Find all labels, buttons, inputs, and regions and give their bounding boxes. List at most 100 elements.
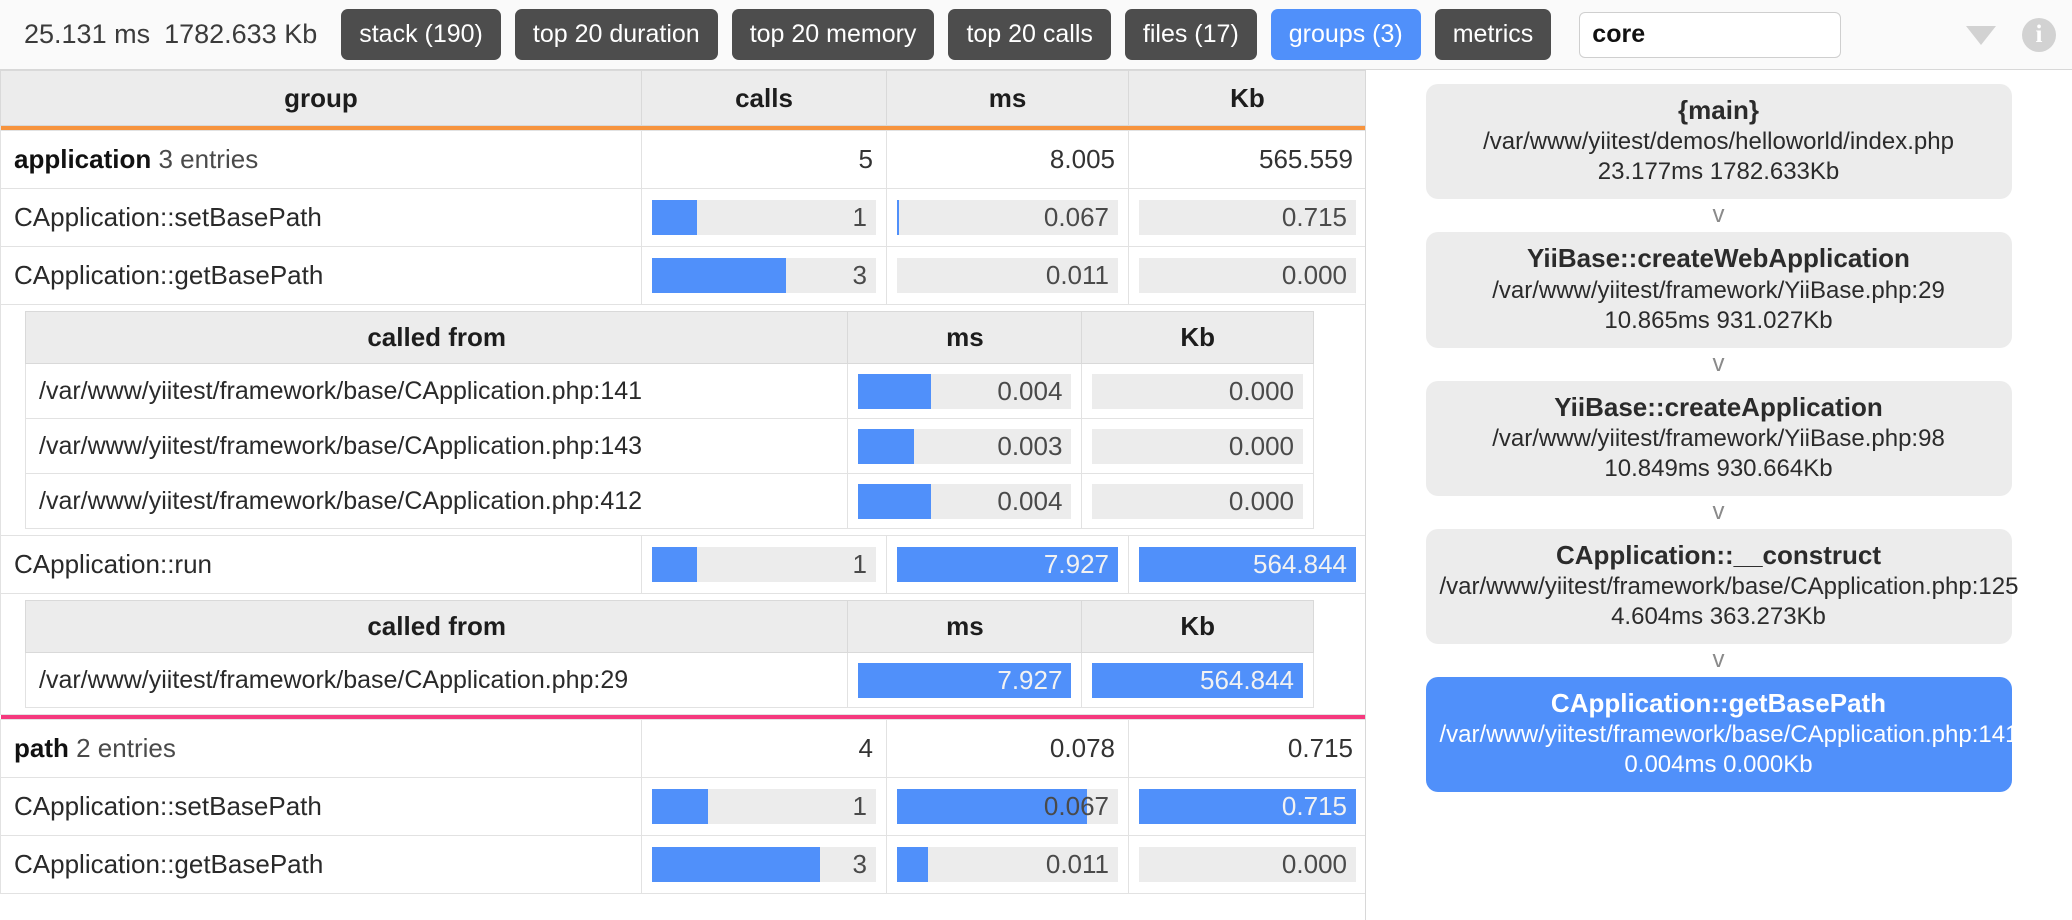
calls-value: 1 [852, 202, 867, 232]
nested-column-header-kb[interactable]: Kb [1081, 311, 1314, 364]
column-header-kb[interactable]: Kb [1128, 70, 1365, 126]
call-stack-node[interactable]: {main} /var/www/yiitest/demos/helloworld/… [1425, 84, 2012, 200]
called-from-wrapper: called from ms Kb/var/www/yiitest/framewor… [11, 305, 1356, 535]
column-header-group[interactable]: group [0, 70, 642, 126]
call-stack-node-file: /var/www/yiitest/demos/helloworld/index.… [1483, 128, 1954, 156]
groups-table-head: group calls ms Kb [0, 70, 1365, 126]
call-stack-node-title: CApplication::__construct [1555, 539, 1882, 570]
group-calls-cell: 5 [641, 130, 887, 189]
group-summary-row[interactable]: path 2 entries 4 0.078 0.715 [0, 719, 1365, 778]
called-from-table-body: /var/www/yiitest/framework/base/CApplica… [24, 652, 1314, 708]
toolbar-button-group: stack (190) top 20 duration top 20 memory t… [341, 9, 1552, 60]
calls-bar-fill [652, 847, 820, 882]
group-name: application [14, 144, 152, 174]
called-from-row[interactable]: /var/www/yiitest/framework/base/CApplica… [24, 652, 1314, 708]
groups-panel: group calls ms Kb application 3 entries 5… [0, 70, 1366, 920]
nested-kb-cell: 0.000 [1081, 363, 1314, 419]
called-from-row[interactable]: /var/www/yiitest/framework/base/CApplica… [24, 363, 1314, 419]
ms-cell: 0.011 [886, 246, 1129, 305]
nested-kb-bar: 0.000 [1092, 428, 1303, 464]
kb-cell: 0.715 [1128, 188, 1365, 247]
nested-ms-cell: 7.927 [847, 652, 1083, 708]
info-circle-icon[interactable]: i [2022, 18, 2056, 52]
ms-bar: 0.067 [897, 200, 1118, 235]
nested-column-header-kb[interactable]: Kb [1081, 600, 1314, 653]
ms-value: 0.067 [1043, 202, 1109, 232]
table-row[interactable]: CApplication::getBasePath 3 0.011 0.000 [0, 835, 1365, 894]
toolbar-button-top[interactable]: top 20 duration [514, 9, 718, 60]
nested-kb-bar: 564.844 [1092, 662, 1303, 698]
toolbar-button-top[interactable]: top 20 memory [731, 9, 935, 60]
kb-value: 0.000 [1281, 849, 1347, 879]
function-name-cell: CApplication::setBasePath [0, 188, 642, 247]
nested-kb-value: 0.000 [1228, 375, 1294, 406]
ms-value: 0.011 [1045, 849, 1109, 879]
nested-ms-bar-fill [858, 483, 931, 519]
toolbar-button-groups[interactable]: groups (3) [1270, 9, 1421, 60]
call-stack-node[interactable]: CApplication::getBasePath/var/www/yiites… [1425, 677, 2018, 793]
called-from-row[interactable]: /var/www/yiitest/framework/base/CApplica… [24, 418, 1314, 474]
call-stack-node-title: YiiBase::createWebApplication [1527, 243, 1910, 274]
calls-cell: 3 [641, 835, 887, 894]
nested-kb-value: 0.000 [1228, 430, 1294, 461]
nested-column-header-calledfrom[interactable]: called from [24, 311, 849, 364]
calls-bar: 3 [652, 847, 876, 882]
group-ms-cell: 8.005 [886, 130, 1129, 189]
calls-cell: 1 [641, 535, 887, 594]
nested-column-header-ms[interactable]: ms [847, 311, 1083, 364]
call-stack-node-stats: 0.004ms 0.000Kb [1624, 751, 1813, 779]
nested-ms-cell: 0.004 [847, 363, 1083, 419]
ms-value: 7.927 [1043, 549, 1109, 579]
triangle-down-icon[interactable] [1966, 25, 1996, 45]
group-name-cell: path 2 entries [0, 719, 642, 778]
nested-kb-value: 564.844 [1200, 664, 1294, 695]
nested-kb-value: 0.000 [1228, 485, 1294, 516]
toolbar-button-files[interactable]: files (17) [1124, 9, 1257, 60]
nested-column-header-calledfrom[interactable]: called from [24, 600, 849, 653]
group-name: path [14, 733, 69, 763]
table-row[interactable]: CApplication::getBasePath 3 0.011 0.000 [0, 246, 1365, 305]
call-stack-node[interactable]: YiiBase::createApplication/var/www/yiite… [1425, 380, 2012, 496]
column-header-ms[interactable]: ms [886, 70, 1129, 126]
calls-bar-fill [652, 258, 787, 293]
call-stack-node-stats: 4.604ms 363.273Kb [1611, 603, 1826, 631]
kb-value: 0.715 [1281, 791, 1347, 821]
ms-value: 0.067 [1043, 791, 1109, 821]
group-kb-cell: 565.559 [1128, 130, 1365, 189]
group-summary-row[interactable]: application 3 entries 5 8.005 565.559 [0, 130, 1365, 189]
call-stack-node[interactable]: YiiBase::createWebApplication/var/www/yi… [1425, 232, 2012, 348]
calls-cell: 1 [641, 777, 887, 836]
kb-cell: 564.844 [1128, 535, 1365, 594]
call-stack-node-file: /var/www/yiitest/framework/YiiBase.php:9… [1492, 424, 1945, 452]
nested-column-header-ms[interactable]: ms [847, 600, 1083, 653]
call-stack-node-stats: 23.177ms 1782.633Kb [1597, 158, 1840, 186]
call-stack-node[interactable]: CApplication::__construct/var/www/yiites… [1425, 528, 2018, 645]
ms-bar: 0.067 [897, 789, 1118, 824]
toolbar-button-stack[interactable]: stack (190) [341, 9, 501, 60]
called-from-file-cell: /var/www/yiitest/framework/base/CApplica… [24, 418, 849, 474]
group-entries-count: 2 entries [68, 733, 176, 763]
function-name-cell: CApplication::getBasePath [0, 246, 642, 305]
toolbar-button-metrics[interactable]: metrics [1434, 9, 1552, 60]
toolbar-button-top[interactable]: top 20 calls [948, 9, 1111, 60]
ms-value: 0.011 [1045, 260, 1109, 290]
called-from-host-cell: called from ms Kb/var/www/yiitest/framewor… [0, 304, 1365, 536]
table-row[interactable]: CApplication::run 1 7.927 564.844 [0, 535, 1365, 594]
kb-value: 0.715 [1281, 202, 1347, 232]
call-stack-panel: {main} /var/www/yiitest/demos/helloworld/… [1366, 70, 2071, 920]
column-header-calls[interactable]: calls [641, 70, 887, 126]
table-row[interactable]: CApplication::setBasePath 1 0.067 0.715 [0, 188, 1365, 247]
calls-bar: 3 [652, 258, 876, 293]
group-ms-cell: 0.078 [886, 719, 1129, 778]
called-from-table: called from ms Kb/var/www/yiitest/framewor… [24, 311, 1314, 529]
nested-kb-cell: 0.000 [1081, 418, 1314, 474]
nested-ms-bar-fill [858, 373, 931, 409]
function-name-cell: CApplication::setBasePath [0, 777, 642, 836]
kb-value: 564.844 [1253, 549, 1347, 579]
group-kb-cell: 0.715 [1128, 719, 1365, 778]
kb-cell: 0.000 [1128, 835, 1365, 894]
group-entries-count: 3 entries [151, 144, 259, 174]
search-input[interactable] [1579, 11, 1842, 58]
called-from-row[interactable]: /var/www/yiitest/framework/base/CApplica… [24, 473, 1314, 529]
table-row[interactable]: CApplication::setBasePath 1 0.067 0.715 [0, 777, 1365, 836]
